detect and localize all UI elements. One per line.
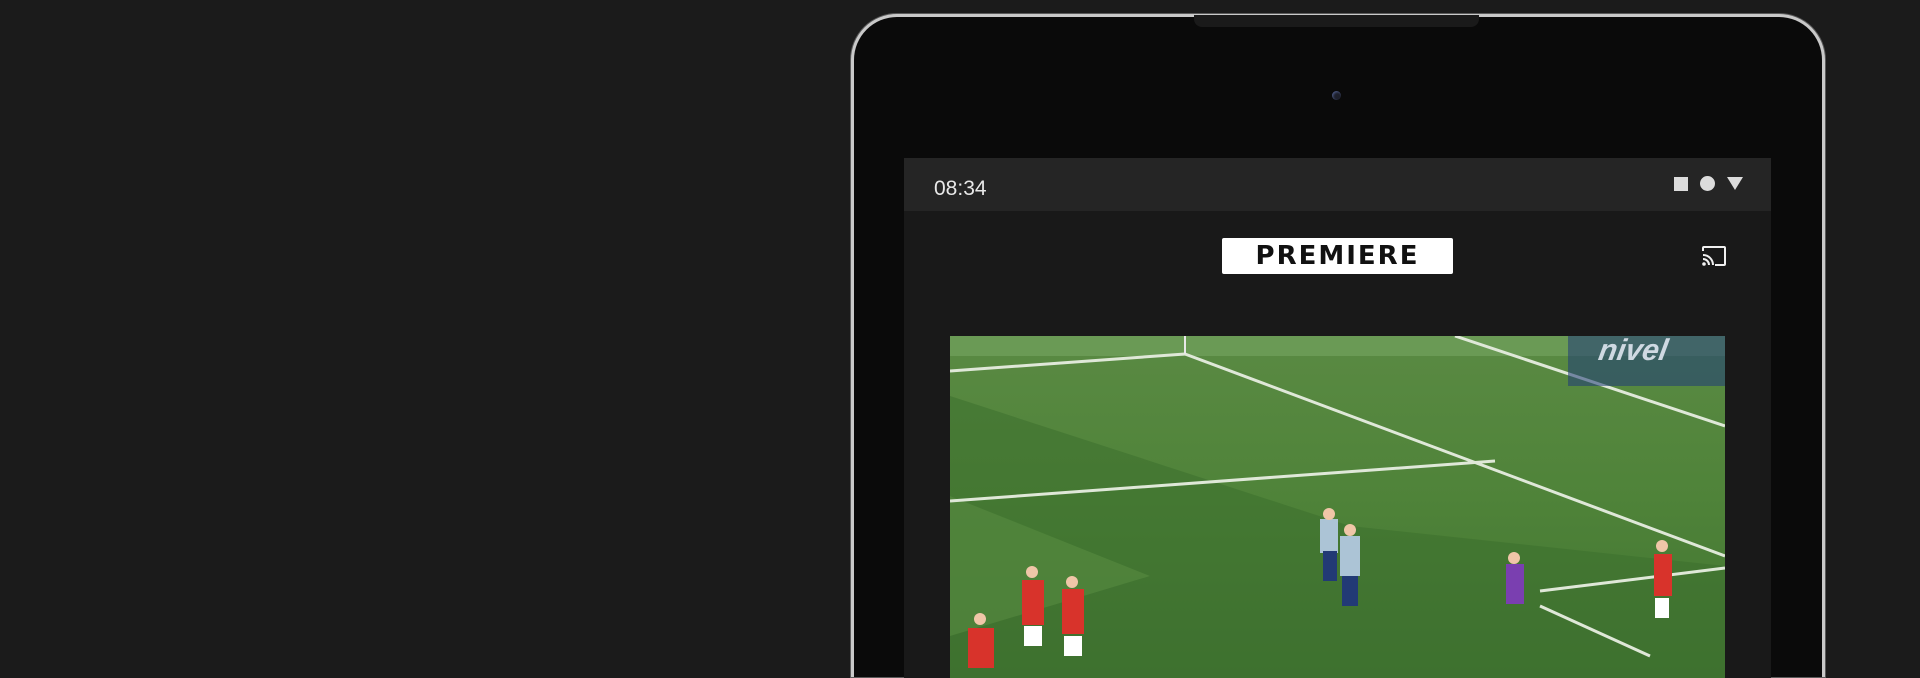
app-screen: 08:34 PREMIERE nivel [904,158,1771,678]
tablet-notch [1194,15,1479,27]
premiere-logo: PREMIERE [1222,238,1453,274]
cast-icon[interactable] [1701,245,1727,267]
front-camera [1332,91,1341,100]
triangle-down-icon [1727,177,1743,190]
stadium-ad-board: nivel [1595,336,1670,367]
football-pitch-scene [950,336,1725,678]
system-icons [1674,176,1743,191]
video-player[interactable]: nivel [950,336,1725,678]
circle-icon [1700,176,1715,191]
status-bar: 08:34 [904,158,1771,211]
tablet-device-frame: 08:34 PREMIERE nivel [851,14,1825,678]
stop-square-icon [1674,176,1688,191]
app-bar: PREMIERE [904,211,1771,301]
status-time: 08:34 [934,177,987,200]
